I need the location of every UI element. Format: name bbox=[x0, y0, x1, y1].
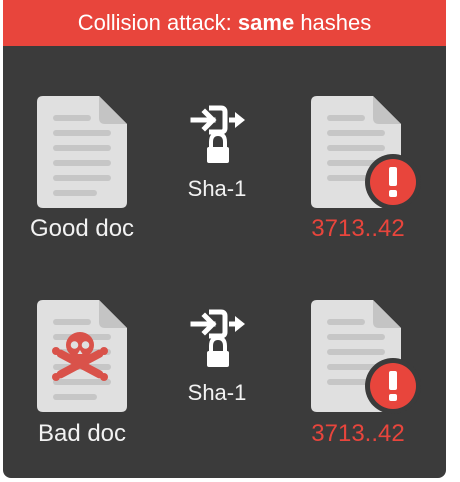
banner-prefix: Collision attack: bbox=[77, 10, 238, 35]
skull-crossbones-icon bbox=[37, 300, 127, 412]
alert-icon bbox=[365, 154, 421, 210]
banner-emphasis: same bbox=[237, 10, 295, 35]
good-document-icon bbox=[37, 96, 127, 208]
banner-title: Collision attack: same hashes bbox=[3, 0, 446, 46]
good-doc-label: Good doc bbox=[29, 215, 135, 242]
hash-function-icon bbox=[185, 308, 265, 368]
bad-doc-label: Bad doc bbox=[37, 420, 127, 447]
banner-suffix: hashes bbox=[294, 10, 372, 35]
hash-value-row1: 3713..42 bbox=[311, 215, 405, 242]
hash-function-icon bbox=[185, 104, 265, 164]
alert-icon bbox=[365, 358, 421, 414]
algorithm-label-row1: Sha-1 bbox=[187, 176, 247, 201]
algorithm-label-row2: Sha-1 bbox=[187, 380, 247, 405]
collision-attack-card: Collision attack: same hashes Good doc S bbox=[3, 0, 446, 478]
hash-value-row2: 3713..42 bbox=[311, 420, 405, 447]
